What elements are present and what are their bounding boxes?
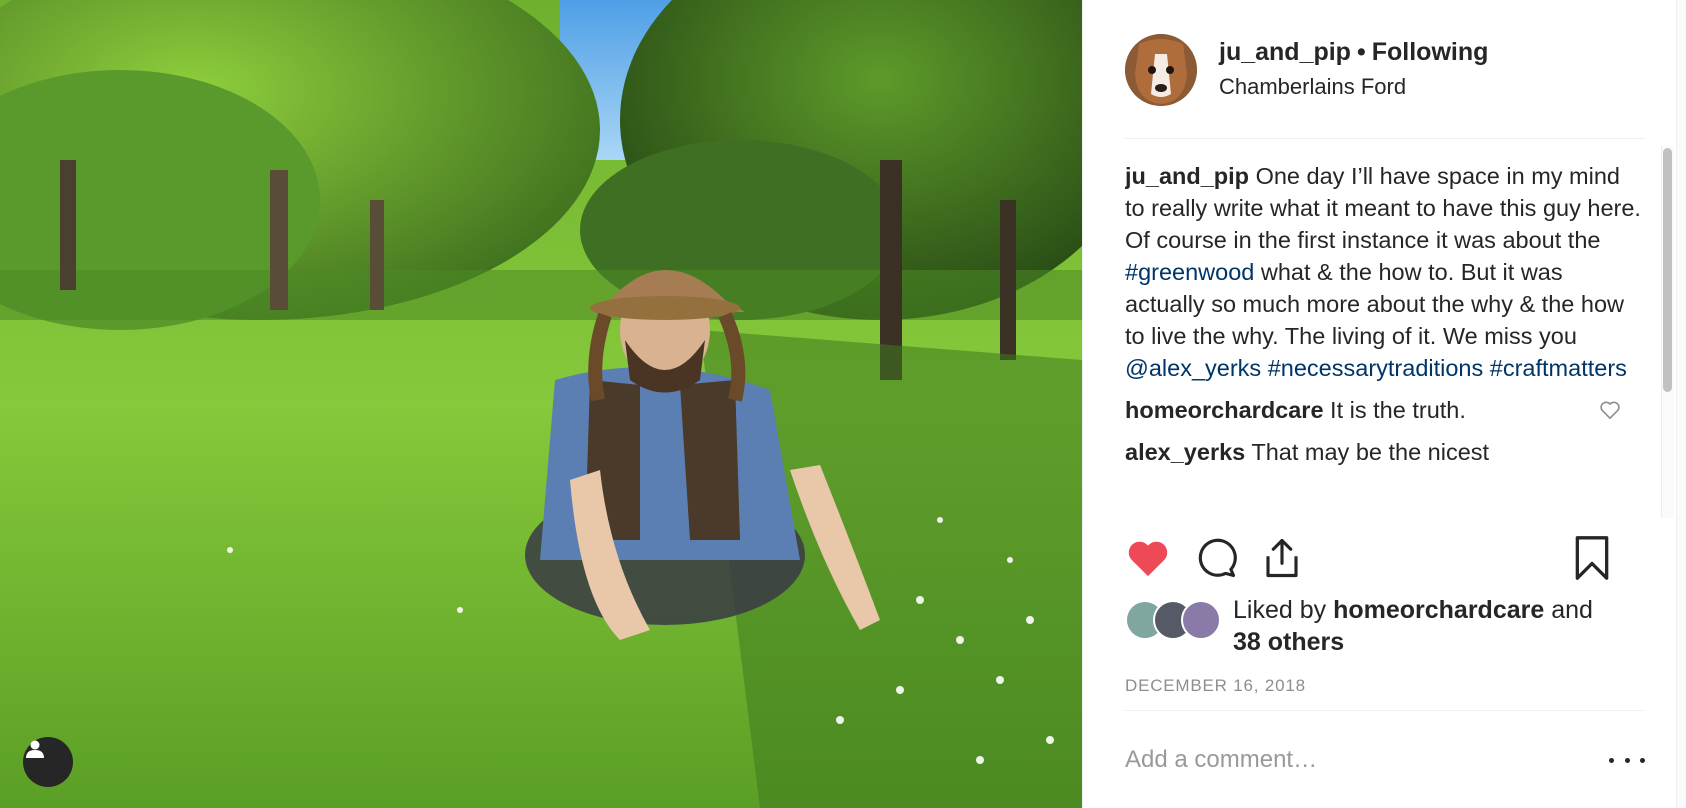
heart-filled-icon — [1128, 541, 1168, 577]
post-header: ju_and_pip • Following Chamberlains Ford — [1125, 34, 1645, 106]
comment-username[interactable]: alex_yerks — [1125, 439, 1245, 465]
person-icon — [26, 740, 44, 758]
liker-avatar — [1181, 600, 1221, 640]
likes-prefix: Liked by — [1233, 596, 1334, 624]
comment-item: alex_yerks That may be the nicest — [1125, 436, 1645, 468]
likes-and: and — [1544, 596, 1593, 624]
comments-scrollbar[interactable] — [1661, 146, 1674, 518]
share-button[interactable] — [1259, 535, 1305, 581]
location-link[interactable]: Chamberlains Ford — [1219, 74, 1406, 100]
comment-username[interactable]: homeorchardcare — [1125, 397, 1324, 423]
others-link[interactable]: 38 others — [1233, 628, 1344, 656]
hashtag-craftmatters[interactable]: #craftmatters — [1490, 355, 1627, 381]
user-tag-button[interactable] — [23, 737, 73, 787]
liker-username[interactable]: homeorchardcare — [1333, 596, 1544, 624]
likes-row: Liked by homeorchardcare and 38 others — [1125, 594, 1645, 664]
comments-list[interactable]: ju_and_pip One day I’ll have space in my… — [1125, 150, 1645, 520]
header-separator: • — [1356, 38, 1366, 66]
comment-item: homeorchardcare It is the truth. — [1125, 394, 1645, 426]
post-details-panel: ju_and_pip • Following Chamberlains Ford j… — [1082, 0, 1677, 808]
header-username-line: ju_and_pip • Following — [1219, 38, 1488, 67]
post-date[interactable]: DECEMBER 16, 2018 — [1125, 676, 1306, 696]
liker-avatars[interactable] — [1125, 600, 1221, 640]
footer-divider — [1125, 710, 1645, 711]
share-icon — [1266, 538, 1298, 578]
hashtag-necessarytraditions[interactable]: #necessarytraditions — [1268, 355, 1484, 381]
scrollbar-thumb[interactable] — [1663, 148, 1672, 392]
following-button[interactable]: Following — [1372, 38, 1489, 66]
likes-summary: Liked by homeorchardcare and 38 others — [1233, 594, 1653, 658]
save-button[interactable] — [1569, 535, 1615, 581]
action-bar — [1125, 535, 1645, 585]
mention-alex-yerks[interactable]: @alex_yerks — [1125, 355, 1261, 381]
comment-text: That may be the nicest — [1245, 439, 1490, 465]
post-photo[interactable] — [0, 0, 1082, 808]
author-avatar[interactable] — [1125, 34, 1197, 106]
caption-username[interactable]: ju_and_pip — [1125, 163, 1249, 189]
comment-button[interactable] — [1193, 535, 1239, 581]
heart-outline-icon[interactable] — [1599, 400, 1621, 420]
window-edge — [1676, 0, 1686, 808]
comment-icon — [1198, 538, 1237, 578]
dog-avatar-image — [1125, 34, 1197, 106]
author-username[interactable]: ju_and_pip — [1219, 38, 1351, 66]
like-button[interactable] — [1125, 535, 1171, 581]
more-icon — [1609, 757, 1614, 763]
post-caption: ju_and_pip One day I’ll have space in my… — [1125, 160, 1645, 384]
add-comment-input[interactable] — [1125, 740, 1565, 780]
photo-illustration — [0, 0, 1082, 808]
bookmark-icon — [1575, 536, 1609, 580]
comment-text: It is the truth. — [1323, 397, 1466, 423]
header-divider — [1125, 138, 1645, 139]
hashtag-greenwood[interactable]: #greenwood — [1125, 259, 1254, 285]
more-options-button[interactable] — [1609, 748, 1645, 772]
